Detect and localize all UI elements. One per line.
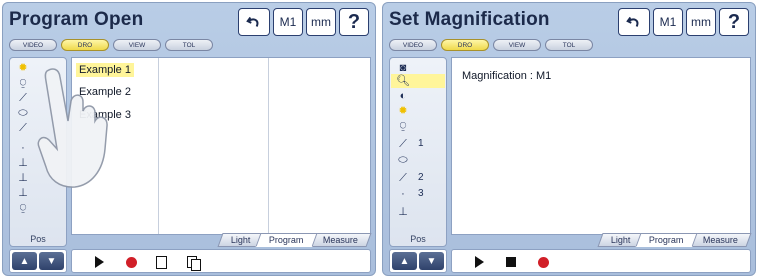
- column-divider: [158, 58, 159, 234]
- line-icon[interactable]: ⟋: [16, 92, 30, 104]
- sun-icon[interactable]: ✹: [16, 62, 30, 74]
- record-button[interactable]: [536, 255, 550, 269]
- set-magnification-screen: Set Magnification M1 mm ? VIDEO DRO VIEW…: [382, 2, 756, 276]
- magnification-panel: Magnification : M1: [451, 57, 751, 235]
- circle-icon[interactable]: ⬭: [16, 107, 30, 119]
- copy-icon: [186, 255, 201, 271]
- tab-measure-label: Measure: [322, 235, 358, 245]
- tab-video[interactable]: VIDEO: [9, 39, 57, 51]
- document-button[interactable]: [154, 255, 168, 269]
- magnification-button[interactable]: M1: [273, 8, 303, 36]
- tab-tol[interactable]: TOL: [165, 39, 213, 51]
- tab-program-label: Program: [269, 235, 304, 245]
- stop-icon: [506, 257, 516, 267]
- tab-video[interactable]: VIDEO: [389, 39, 437, 51]
- step-number: 3: [418, 188, 424, 199]
- probe-icon[interactable]: ⍜: [16, 202, 30, 214]
- play-button[interactable]: [92, 255, 106, 269]
- top-button-group: M1 mm ?: [618, 8, 749, 36]
- tab-measure-label: Measure: [702, 235, 738, 245]
- tab-program-label: Program: [649, 235, 684, 245]
- play-icon: [94, 256, 104, 268]
- line-icon[interactable]: ⟋: [396, 172, 410, 184]
- bottom-tab-strip: Light Program Measure: [597, 233, 752, 247]
- point-icon[interactable]: ·: [16, 142, 30, 154]
- top-button-group: M1 mm ?: [238, 8, 369, 36]
- scroll-arrows: ▲ ▼: [389, 249, 447, 273]
- units-button[interactable]: mm: [306, 8, 336, 36]
- magnification-text: Magnification : M1: [462, 70, 552, 82]
- cross-icon[interactable]: ⊥: [16, 187, 30, 199]
- scroll-arrows: ▲ ▼: [9, 249, 67, 273]
- view-tabs: VIDEO DRO VIEW TOL: [9, 39, 213, 51]
- undo-icon: [246, 16, 259, 27]
- undo-button[interactable]: [238, 8, 270, 36]
- camera-icon[interactable]: ◙: [396, 62, 410, 74]
- tab-light-label: Light: [610, 235, 631, 245]
- program-controls: [71, 249, 371, 273]
- scroll-down-button[interactable]: ▼: [419, 252, 444, 270]
- column-divider: [268, 58, 269, 234]
- pos-label[interactable]: Pos: [390, 234, 446, 244]
- help-button[interactable]: ?: [339, 8, 369, 36]
- record-icon: [537, 256, 549, 268]
- program-controls: [451, 249, 751, 273]
- undo-icon: [626, 16, 639, 27]
- tab-view[interactable]: VIEW: [493, 39, 541, 51]
- cross-icon[interactable]: ⊥: [396, 206, 410, 218]
- step-number: 1: [418, 138, 424, 149]
- help-button[interactable]: ?: [719, 8, 749, 36]
- point-icon[interactable]: ·: [396, 188, 410, 200]
- play-icon: [474, 256, 484, 268]
- sun-icon[interactable]: ✹: [396, 105, 410, 117]
- scroll-up-button[interactable]: ▲: [12, 252, 37, 270]
- tab-measure[interactable]: Measure: [309, 233, 372, 247]
- scroll-down-button[interactable]: ▼: [39, 252, 64, 270]
- contrast-icon[interactable]: ◐: [396, 90, 410, 102]
- arc-icon[interactable]: ⟋: [16, 122, 30, 134]
- pos-label[interactable]: Pos: [10, 234, 66, 244]
- document-icon: [155, 255, 167, 269]
- screen-title: Set Magnification: [389, 9, 550, 30]
- record-icon: [125, 256, 137, 268]
- angle-icon[interactable]: ⊥: [16, 172, 30, 184]
- line-icon[interactable]: ⟋: [396, 138, 410, 150]
- program-open-screen: Program Open M1 mm ? VIDEO DRO VIEW TOL …: [2, 2, 376, 276]
- record-button[interactable]: [124, 255, 138, 269]
- tab-measure[interactable]: Measure: [689, 233, 752, 247]
- play-button[interactable]: [472, 255, 486, 269]
- bottom-tab-strip: Light Program Measure: [217, 233, 372, 247]
- screen-title: Program Open: [9, 9, 144, 30]
- tab-dro[interactable]: DRO: [441, 39, 489, 51]
- distance-icon[interactable]: ⊥: [16, 157, 30, 169]
- units-button[interactable]: mm: [686, 8, 716, 36]
- tab-light-label: Light: [230, 235, 251, 245]
- tab-dro[interactable]: DRO: [61, 39, 109, 51]
- stop-button[interactable]: [504, 255, 518, 269]
- tab-view[interactable]: VIEW: [113, 39, 161, 51]
- probe-icon[interactable]: ⍜: [16, 77, 30, 89]
- magnification-button[interactable]: M1: [653, 8, 683, 36]
- scroll-up-button[interactable]: ▲: [392, 252, 417, 270]
- probe-icon[interactable]: ⍜: [396, 120, 410, 132]
- step-number: 2: [418, 172, 424, 183]
- tab-tol[interactable]: TOL: [545, 39, 593, 51]
- magnify-icon[interactable]: 🔍︎: [396, 75, 410, 87]
- pointing-hand-icon: [37, 68, 108, 188]
- tab-program[interactable]: Program: [635, 233, 698, 247]
- feature-sidebar: ◙ 🔍︎ ◐ ✹ ⍜ ⟋ 1 ⬭ ⟋ 2 · 3 ⊥ Pos: [389, 57, 447, 247]
- copy-button[interactable]: [186, 255, 201, 271]
- tab-program[interactable]: Program: [255, 233, 318, 247]
- view-tabs: VIDEO DRO VIEW TOL: [389, 39, 593, 51]
- circle-icon[interactable]: ⬭: [396, 154, 410, 166]
- undo-button[interactable]: [618, 8, 650, 36]
